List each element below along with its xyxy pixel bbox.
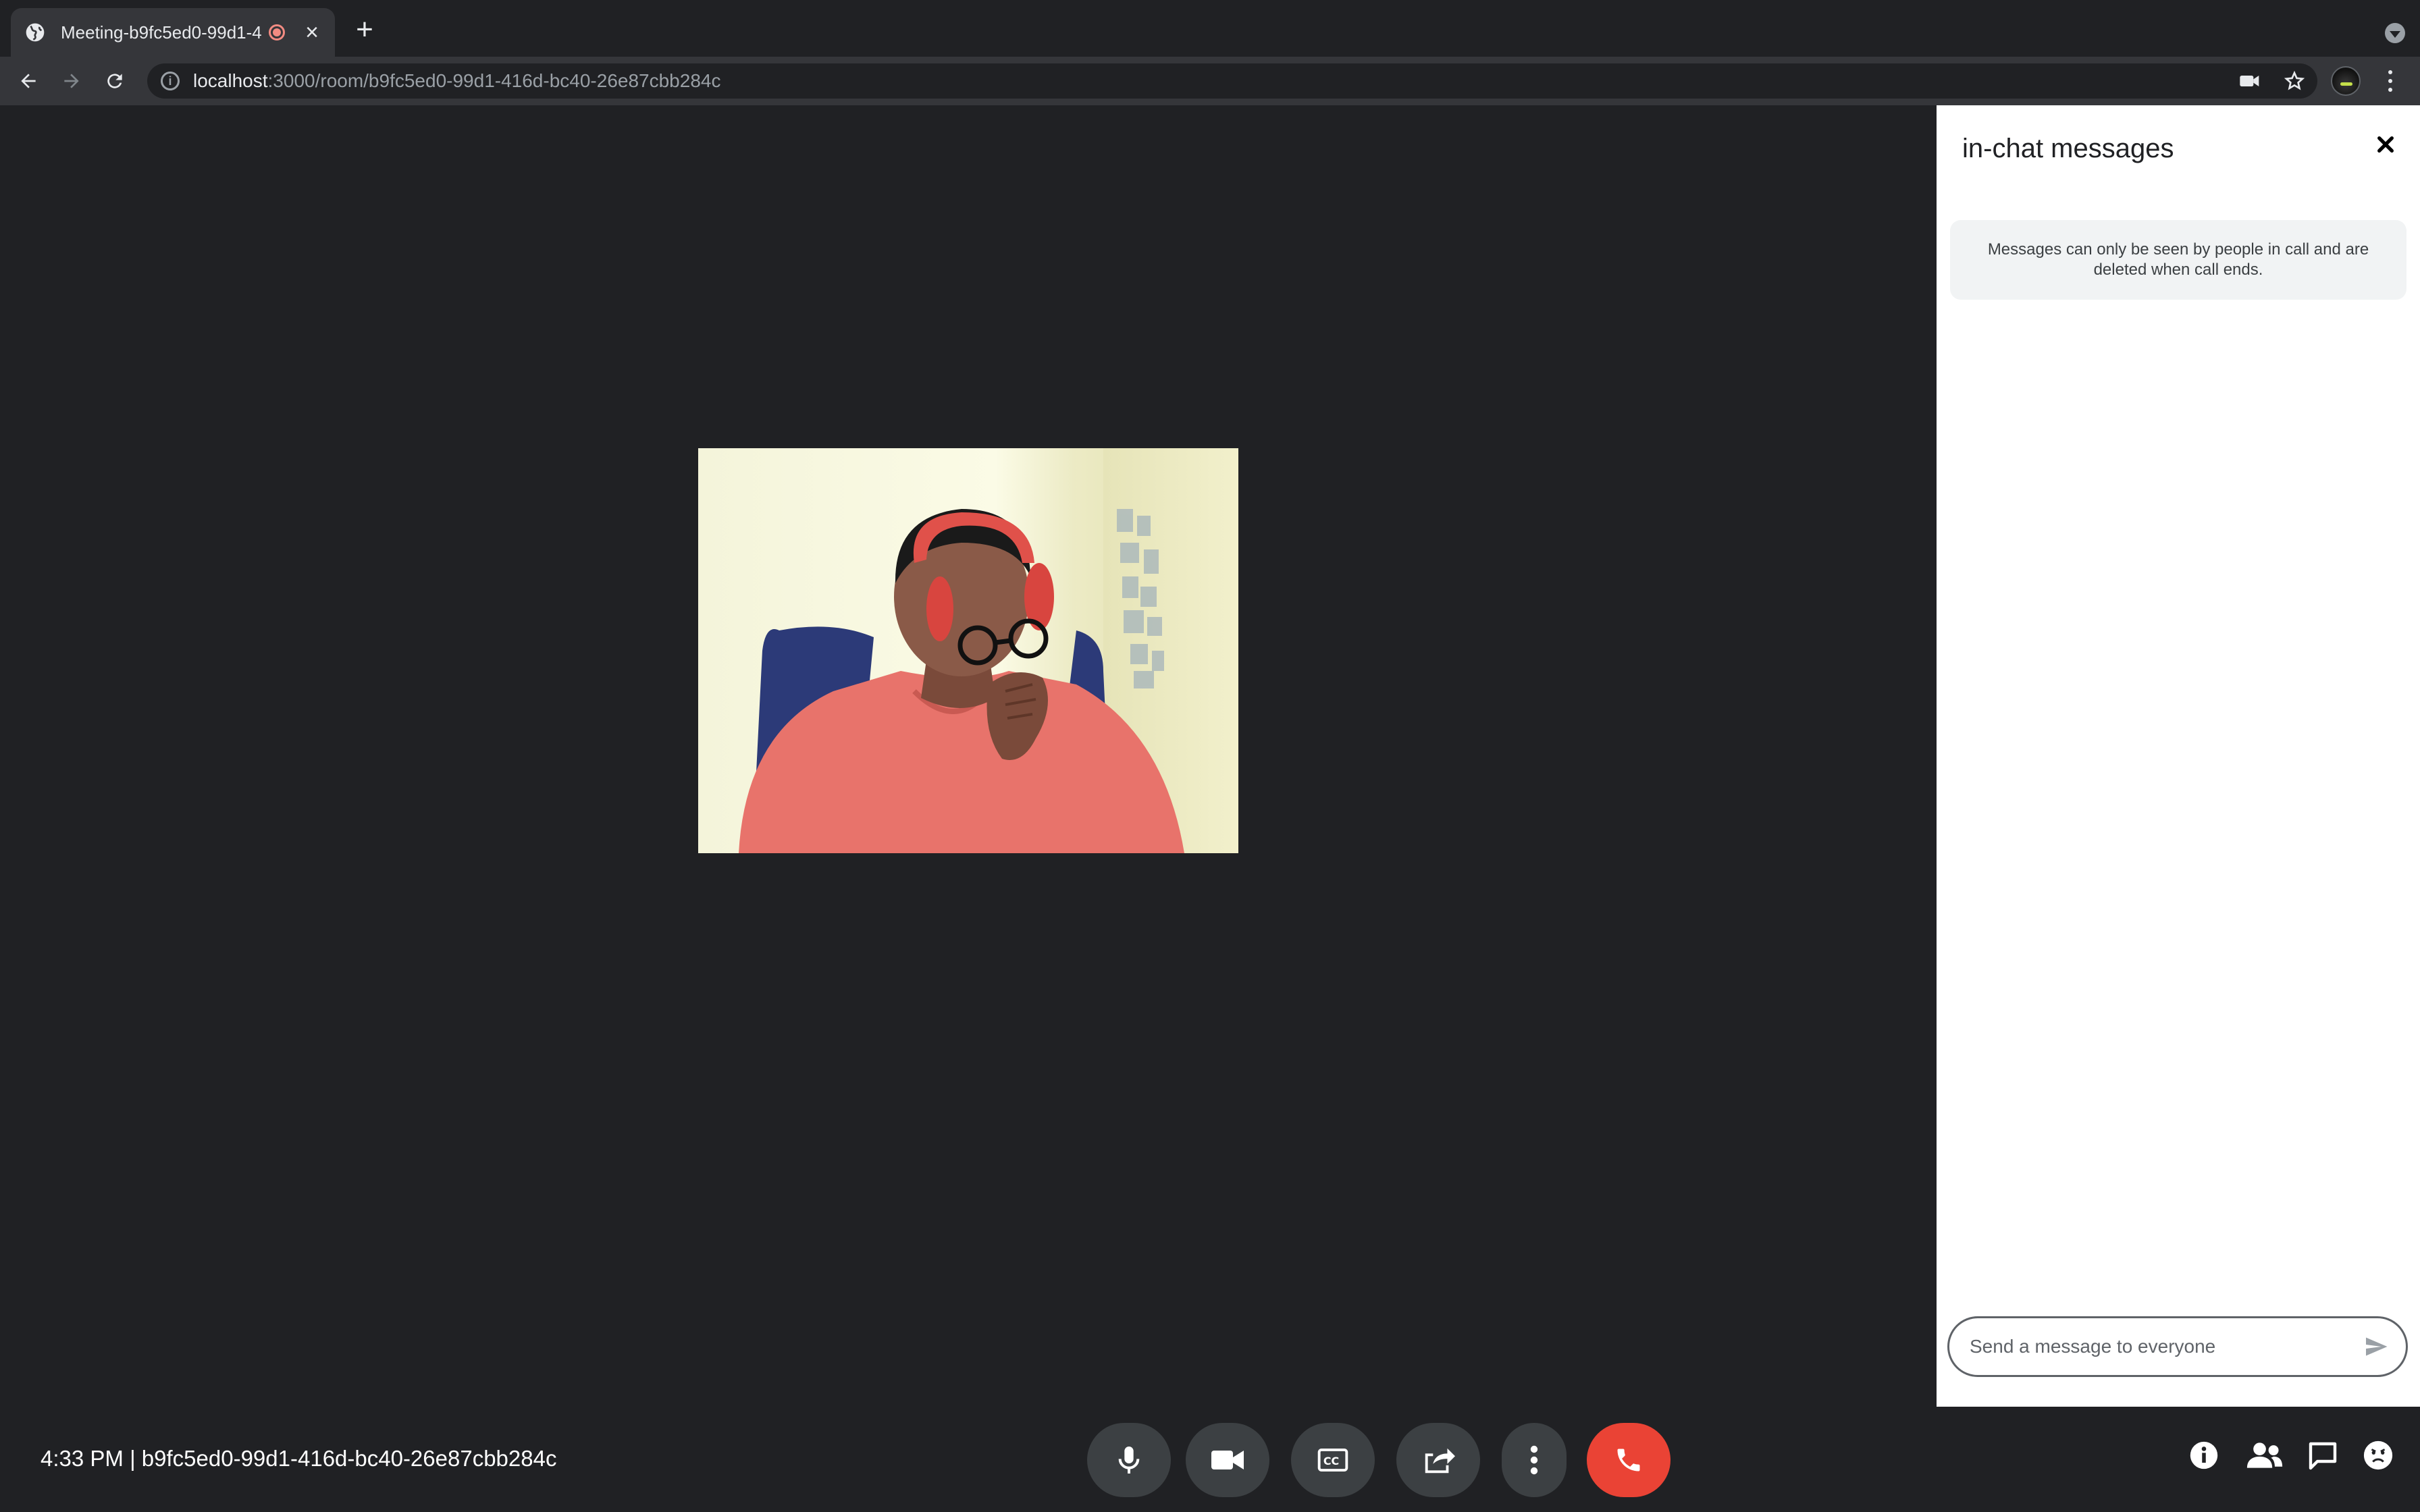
arrow-left-icon — [21, 74, 36, 88]
browser-menu-icon[interactable] — [2384, 68, 2397, 94]
end-call-icon — [1617, 1449, 1640, 1472]
globe-icon — [26, 23, 45, 42]
meeting-info-button[interactable] — [2185, 1436, 2223, 1474]
chat-message-input[interactable] — [1970, 1336, 2364, 1357]
recording-indicator-icon — [269, 24, 285, 40]
closed-captions-icon: CC — [1317, 1449, 1348, 1472]
new-tab-button[interactable]: + — [351, 15, 378, 45]
reload-button[interactable] — [101, 68, 128, 94]
participant-video — [698, 448, 1238, 853]
reload-icon — [107, 74, 122, 88]
camera-icon — [1211, 1451, 1244, 1469]
chat-input-container — [1947, 1316, 2408, 1377]
present-icon — [1425, 1448, 1455, 1474]
info-icon — [2190, 1441, 2218, 1469]
chat-panel: in-chat messages Messages can only be se… — [1937, 105, 2420, 1407]
close-icon — [2377, 136, 2394, 153]
url-path: :3000/room/b9fc5ed0-99d1-416d-bc40-26e87… — [267, 70, 721, 91]
send-icon[interactable] — [2364, 1334, 2388, 1359]
reaction-button[interactable] — [2359, 1436, 2397, 1474]
more-options-button[interactable] — [1502, 1423, 1567, 1497]
browser-toolbar: i localhost:3000/room/b9fc5ed0-99d1-416d… — [0, 57, 2420, 105]
chat-close-button[interactable] — [2366, 128, 2405, 161]
browser-tabstrip: Meeting-b9fc5ed0-99d1-4 × + — [0, 0, 2420, 57]
end-call-button[interactable] — [1587, 1423, 1671, 1497]
chat-title: in-chat messages — [1962, 134, 2174, 163]
svg-text:CC: CC — [1323, 1455, 1339, 1467]
url-host: localhost — [193, 70, 268, 91]
arrow-right-icon — [64, 74, 79, 88]
back-button[interactable] — [15, 68, 42, 94]
people-icon — [2246, 1442, 2283, 1468]
tab-title: Meeting-b9fc5ed0-99d1-4 — [61, 22, 262, 43]
forward-button[interactable] — [58, 68, 85, 94]
meeting-time-and-id: 4:33 PM | b9fc5ed0-99d1-416d-bc40-26e87c… — [41, 1446, 557, 1471]
present-button[interactable] — [1396, 1423, 1480, 1497]
participants-button[interactable] — [2246, 1436, 2284, 1474]
chat-icon — [2309, 1442, 2337, 1470]
captions-button[interactable]: CC — [1291, 1423, 1375, 1497]
mic-button[interactable] — [1087, 1423, 1171, 1497]
more-options-icon — [1530, 1445, 1538, 1475]
tab-search-icon[interactable] — [2385, 23, 2405, 43]
mic-icon — [1118, 1447, 1140, 1474]
reaction-icon — [2363, 1440, 2393, 1470]
tab-close-icon[interactable]: × — [302, 21, 321, 44]
camera-button[interactable] — [1186, 1423, 1269, 1497]
webcam-feed-image — [698, 448, 1238, 853]
chat-toggle-button[interactable] — [2304, 1436, 2342, 1474]
profile-avatar[interactable] — [2331, 66, 2361, 96]
bookmark-star-icon[interactable] — [2284, 70, 2305, 92]
site-info-icon[interactable]: i — [161, 72, 180, 90]
address-bar[interactable]: i localhost:3000/room/b9fc5ed0-99d1-416d… — [147, 63, 2317, 99]
camera-in-use-icon[interactable] — [2239, 73, 2261, 89]
meeting-controls-bar: 4:33 PM | b9fc5ed0-99d1-416d-bc40-26e87c… — [0, 1407, 2420, 1512]
browser-tab[interactable]: Meeting-b9fc5ed0-99d1-4 × — [11, 8, 335, 57]
chat-privacy-notice: Messages can only be seen by people in c… — [1950, 220, 2406, 300]
